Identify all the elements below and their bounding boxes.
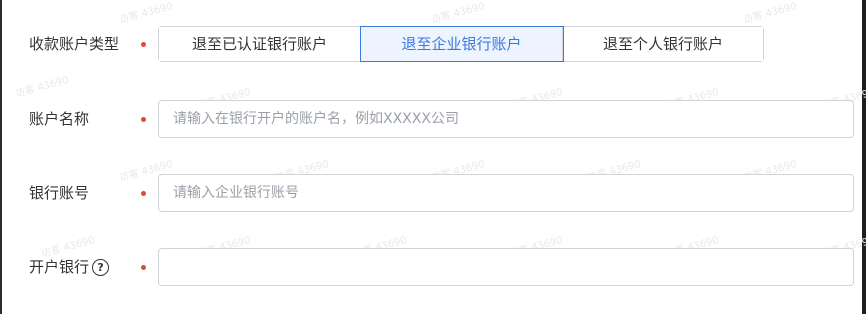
required-marker [141, 42, 146, 47]
watermark: 访客 43690 [40, 235, 97, 260]
watermark: 访客 43690 [742, 1, 799, 26]
watermark: 访客 43690 [430, 1, 487, 26]
required-marker [141, 117, 146, 122]
left-window-edge [0, 0, 2, 314]
account-name-label: 账户名称 [29, 110, 90, 128]
question-circle-icon[interactable]: ? [92, 259, 110, 276]
account-name-input[interactable]: 请输入在银行开户的账户名，例如XXXXX公司 [158, 100, 854, 138]
right-window-edge [862, 0, 866, 314]
option-verified-bank-account[interactable]: 退至已认证银行账户 [159, 27, 361, 61]
watermark: 访客 43690 [118, 1, 175, 26]
account-number-label: 银行账号 [29, 184, 90, 202]
account-type-label: 收款账户类型 [29, 35, 120, 53]
bank-select-input[interactable] [158, 248, 854, 286]
account-name-placeholder: 请输入在银行开户的账户名，例如XXXXX公司 [173, 111, 459, 127]
bank-label-group: 开户银行? [29, 257, 110, 277]
required-marker [141, 191, 146, 196]
watermark: 访客 43690 [14, 75, 71, 100]
bank-label: 开户银行 [29, 258, 90, 276]
required-marker [141, 265, 146, 270]
option-personal-bank-account[interactable]: 退至个人银行账户 [563, 27, 763, 61]
account-type-segmented-control: 退至已认证银行账户 退至企业银行账户 退至个人银行账户 [158, 26, 764, 62]
option-enterprise-bank-account[interactable]: 退至企业银行账户 [360, 26, 564, 62]
account-number-placeholder: 请输入企业银行账号 [173, 185, 299, 201]
account-number-input[interactable]: 请输入企业银行账号 [158, 174, 854, 212]
